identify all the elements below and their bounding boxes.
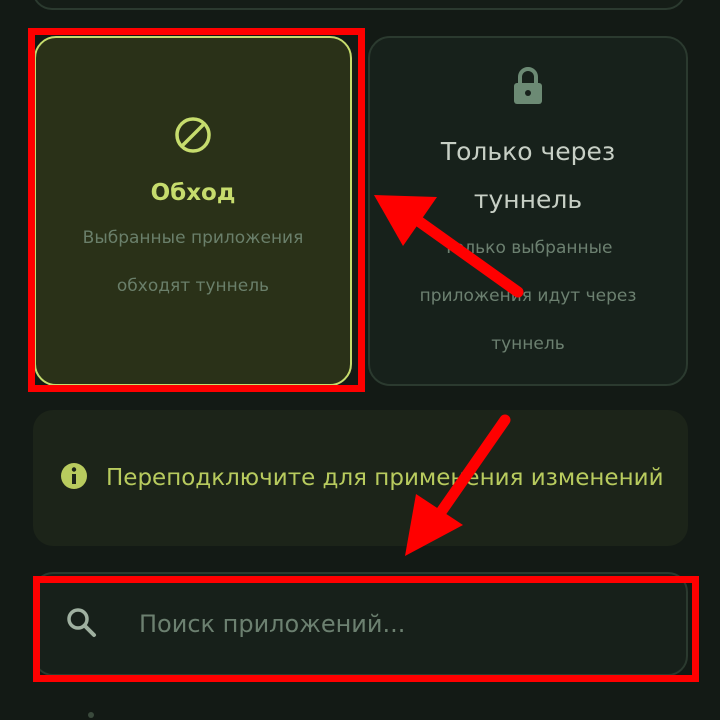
lock-icon [511,66,545,110]
list-item-peek [88,712,94,718]
mode-description: Только выбранные приложения идут через т… [419,238,637,354]
reconnect-notice: Переподключите для применения изменений [33,410,688,546]
previous-card [32,0,686,10]
notice-text: Переподключите для применения изменений [106,465,664,491]
search-icon [65,606,97,642]
block-icon [174,116,212,158]
mode-card-tunnel-only[interactable]: Только через туннель Только выбранные пр… [368,36,688,386]
mode-title: Только через туннель [440,137,616,214]
info-icon [60,462,88,494]
mode-description: Выбранные приложения обходят туннель [82,228,304,296]
search-field[interactable] [33,572,688,676]
mode-card-bypass[interactable]: Обход Выбранные приложения обходят тунне… [34,36,352,386]
search-input[interactable] [137,609,686,639]
mode-title: Обход [150,180,236,206]
